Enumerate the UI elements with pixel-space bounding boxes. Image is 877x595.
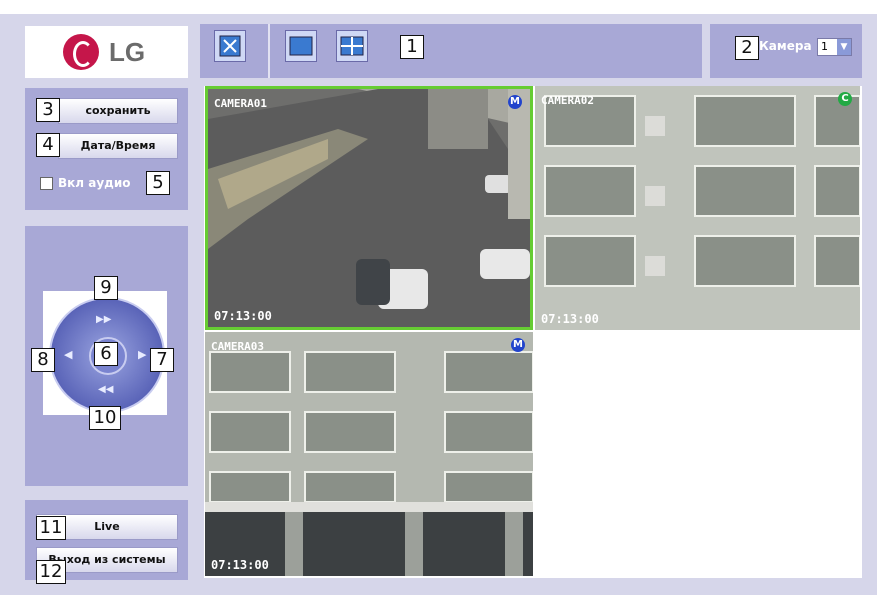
camera-1-label: CAMERA01	[214, 97, 267, 110]
camera-tile-3[interactable]: CAMERA03 M 07:13:00	[205, 332, 533, 576]
fullscreen-button[interactable]	[214, 30, 246, 62]
camera-3-feed	[205, 332, 533, 576]
camera-tile-2[interactable]: CAMERA02 C 07:13:00	[535, 86, 860, 330]
camera-3-time: 07:13:00	[211, 558, 269, 572]
camera-select-value: 1	[821, 40, 828, 53]
callout-6: 6	[94, 342, 118, 366]
camera-2-label: CAMERA02	[541, 94, 594, 107]
camera-2-time: 07:13:00	[541, 312, 599, 326]
ptz-up-icon[interactable]: ▶▶	[96, 314, 111, 325]
callout-2: 2	[735, 36, 759, 60]
camera-1-time: 07:13:00	[214, 309, 272, 323]
save-button[interactable]: сохранить	[58, 98, 178, 124]
audio-checkbox[interactable]	[40, 177, 53, 190]
quad-view-button[interactable]	[336, 30, 368, 62]
callout-3: 3	[36, 98, 60, 122]
callout-1: 1	[400, 35, 424, 59]
callout-5: 5	[146, 171, 170, 195]
header-strip	[0, 0, 877, 14]
camera-tile-empty[interactable]	[535, 332, 860, 576]
quad-view-icon	[340, 36, 364, 56]
camera-3-badge: M	[511, 338, 525, 352]
lg-logo-icon	[63, 34, 99, 70]
single-view-button[interactable]	[285, 30, 317, 62]
callout-9: 9	[94, 276, 118, 300]
ptz-right-icon[interactable]: ▶	[138, 348, 146, 361]
camera-2-badge: C	[838, 92, 852, 106]
camera-1-feed	[208, 89, 530, 327]
ptz-left-icon[interactable]: ◀	[64, 348, 72, 361]
lg-logo-text: LG	[109, 37, 146, 67]
toolbar-panel	[200, 24, 702, 78]
chevron-down-icon: ▼	[837, 39, 851, 55]
callout-12: 12	[36, 560, 66, 584]
camera-3-label: CAMERA03	[211, 340, 264, 353]
camera-select[interactable]: 1 ▼	[817, 38, 852, 56]
fullscreen-icon	[219, 35, 241, 57]
camera-2-feed	[535, 86, 860, 330]
callout-4: 4	[36, 133, 60, 157]
datetime-button[interactable]: Дата/Время	[58, 133, 178, 159]
callout-7: 7	[150, 348, 174, 372]
callout-8: 8	[31, 348, 55, 372]
audio-label: Вкл аудио	[58, 176, 131, 190]
single-view-icon	[289, 36, 313, 56]
callout-11: 11	[36, 516, 66, 540]
callout-10: 10	[89, 406, 121, 430]
toolbar-separator	[268, 24, 270, 78]
camera-1-badge: M	[508, 95, 522, 109]
camera-select-label: Камера	[759, 39, 812, 53]
lg-logo: LG	[25, 26, 188, 78]
ptz-down-icon[interactable]: ◀◀	[98, 384, 113, 395]
camera-tile-1[interactable]: CAMERA01 M 07:13:00	[205, 86, 533, 330]
